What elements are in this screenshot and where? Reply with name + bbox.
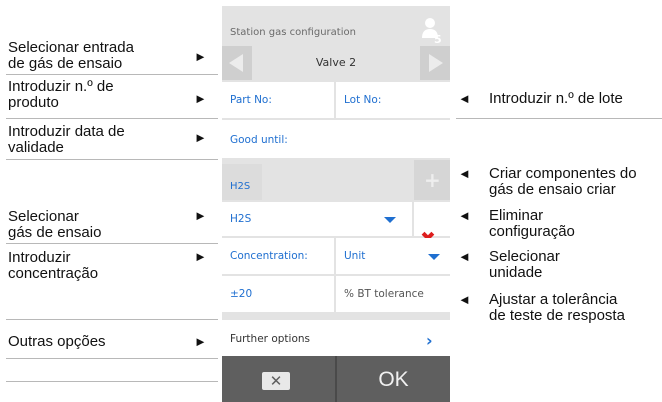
test-gas-select[interactable]: H2S — [222, 202, 412, 236]
annotation-delete-configuration: Eliminar configuração — [489, 207, 575, 240]
arrow-right-icon: ► — [194, 130, 207, 145]
lot-no-field[interactable]: Lot No: — [336, 82, 450, 118]
ok-button[interactable]: OK — [337, 356, 450, 402]
arrow-left-icon: ◄ — [458, 166, 471, 181]
arrow-left-icon: ◄ — [458, 208, 471, 223]
previous-valve-button[interactable] — [222, 46, 252, 80]
arrow-right-icon: ► — [194, 91, 207, 106]
tolerance-label: % BT tolerance — [344, 288, 424, 300]
add-component-button[interactable]: + — [414, 160, 450, 200]
tab-h2s-label: H2S — [230, 181, 251, 192]
annotation-enter-product-no: Introduzir n.º de produto — [8, 78, 114, 111]
arrow-right-icon: ► — [194, 334, 207, 349]
triangle-left-icon — [229, 54, 243, 72]
arrow-left-icon: ◄ — [458, 91, 471, 106]
arrow-left-icon: ◄ — [458, 249, 471, 264]
further-options-label: Further options — [230, 333, 310, 345]
chevron-down-icon — [428, 254, 440, 260]
annotation-select-test-gas-input: Selecionar entrada de gás de ensaio — [8, 39, 134, 72]
part-no-label: Part No: — [230, 94, 272, 106]
screen-title: Station gas configuration — [230, 27, 356, 38]
tab-h2s[interactable]: H2S — [222, 164, 262, 200]
good-until-field[interactable]: Good until: — [222, 120, 450, 158]
ok-label: OK — [378, 368, 409, 391]
arrow-right-icon: ► — [194, 249, 207, 264]
cancel-button[interactable]: ✕ — [222, 356, 335, 402]
annotation-enter-expiry-date: Introduzir data de validade — [8, 123, 125, 156]
annotation-enter-concentration: Introduzir concentração — [8, 249, 99, 282]
arrow-right-icon: ► — [194, 49, 207, 64]
divider — [6, 159, 218, 160]
part-no-field[interactable]: Part No: — [222, 82, 334, 118]
tolerance-value-field[interactable]: ±20 — [222, 276, 334, 312]
annotation-set-tolerance: Ajustar a tolerância de teste de respost… — [489, 291, 625, 324]
further-options-button[interactable]: Further options — [222, 320, 450, 356]
tolerance-label-field: % BT tolerance — [336, 276, 450, 312]
divider — [6, 358, 218, 359]
lot-no-label: Lot No: — [344, 94, 382, 106]
cancel-x-icon: ✕ — [262, 372, 290, 390]
user-badge: 5 — [434, 33, 442, 44]
concentration-label: Concentration: — [230, 250, 308, 262]
user-icon: 5 — [422, 18, 442, 44]
station-gas-configuration-screen: Station gas configuration 5 Valve 2 Part… — [222, 6, 450, 402]
arrow-right-icon: ► — [194, 208, 207, 223]
divider — [456, 118, 662, 119]
concentration-field[interactable]: Concentration: — [222, 238, 334, 274]
divider — [6, 118, 218, 119]
divider — [6, 381, 218, 382]
next-valve-button[interactable] — [420, 46, 450, 80]
chevron-right-icon: › — [426, 331, 433, 350]
bottom-action-bar: ✕ OK — [222, 356, 450, 402]
divider — [6, 74, 218, 75]
unit-select[interactable]: Unit — [336, 238, 450, 274]
annotation-select-unit: Selecionar unidade — [489, 248, 560, 281]
valve-label: Valve 2 — [315, 56, 357, 69]
tolerance-value: ±20 — [230, 288, 253, 300]
test-gas-value: H2S — [230, 213, 252, 225]
triangle-right-icon — [429, 54, 443, 72]
annotation-create-components: Criar componentes do gás de ensaio criar — [489, 165, 637, 198]
annotation-enter-lot-no: Introduzir n.º de lote — [489, 90, 623, 107]
annotation-other-options: Outras opções — [8, 333, 106, 350]
plus-icon: + — [424, 168, 441, 192]
unit-value: Unit — [344, 250, 366, 262]
valve-selector: Valve 2 — [222, 46, 450, 80]
divider — [6, 319, 218, 320]
chevron-down-icon — [384, 217, 396, 223]
divider — [6, 243, 218, 244]
annotation-select-test-gas: Selecionar gás de ensaio — [8, 208, 102, 241]
good-until-label: Good until: — [230, 134, 288, 146]
arrow-left-icon: ◄ — [458, 292, 471, 307]
